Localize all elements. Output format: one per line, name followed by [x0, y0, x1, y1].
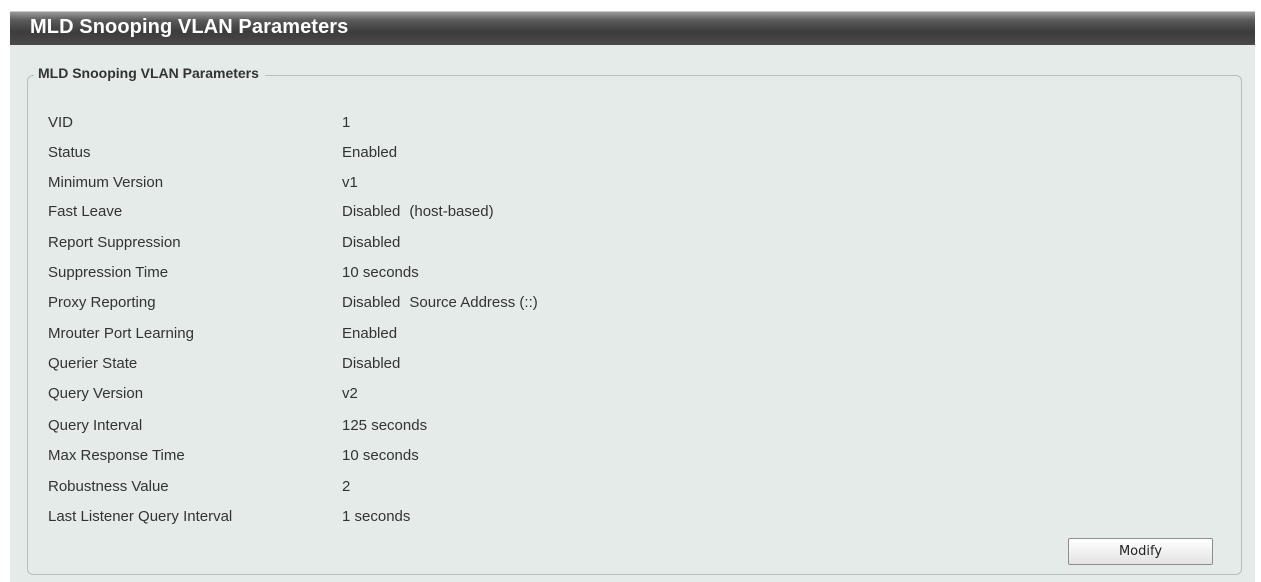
- fast-leave-mode: (host-based): [409, 203, 494, 220]
- param-label: Last Listener Query Interval: [48, 508, 233, 525]
- param-value: Disabled Source Address (::): [342, 294, 538, 311]
- param-label: Suppression Time: [48, 264, 169, 281]
- param-label: Report Suppression: [48, 234, 181, 251]
- param-value: 10 seconds: [342, 447, 419, 464]
- param-value: 2: [342, 478, 351, 495]
- param-label: VID: [48, 114, 74, 131]
- param-value: Disabled: [342, 234, 401, 251]
- param-value: 125 seconds: [342, 417, 428, 434]
- page-title: MLD Snooping VLAN Parameters: [30, 16, 349, 38]
- param-label: Robustness Value: [48, 478, 169, 495]
- param-label: Minimum Version: [48, 174, 164, 191]
- param-label: Mrouter Port Learning: [48, 325, 194, 342]
- param-value: 10 seconds: [342, 264, 419, 281]
- proxy-source-address: Source Address (::): [409, 294, 538, 311]
- param-value: 1: [342, 114, 351, 131]
- param-value: Disabled: [342, 355, 401, 372]
- fieldset-legend: MLD Snooping VLAN Parameters: [34, 65, 265, 81]
- parameters-fieldset: [27, 75, 1242, 575]
- param-value: v2: [342, 385, 358, 402]
- param-value: Enabled: [342, 325, 398, 342]
- param-label: Query Interval: [48, 417, 143, 434]
- page-title-bar: MLD Snooping VLAN Parameters: [10, 11, 1255, 45]
- param-value: v1: [342, 174, 358, 191]
- param-label: Fast Leave: [48, 203, 123, 220]
- param-label: Status: [48, 144, 91, 161]
- param-label: Querier State: [48, 355, 138, 372]
- page-left-margin: [0, 0, 10, 582]
- page: MLD Snooping VLAN Parameters MLD Snoopin…: [0, 0, 1261, 582]
- param-label: Max Response Time: [48, 447, 185, 464]
- modify-button[interactable]: Modify: [1068, 538, 1213, 565]
- param-label: Query Version: [48, 385, 144, 402]
- param-value: Disabled (host-based): [342, 203, 494, 220]
- param-value: Enabled: [342, 144, 398, 161]
- page-top-margin: [0, 0, 1261, 11]
- page-right-margin: [1255, 0, 1261, 582]
- param-label: Proxy Reporting: [48, 294, 156, 311]
- param-value: 1 seconds: [342, 508, 411, 525]
